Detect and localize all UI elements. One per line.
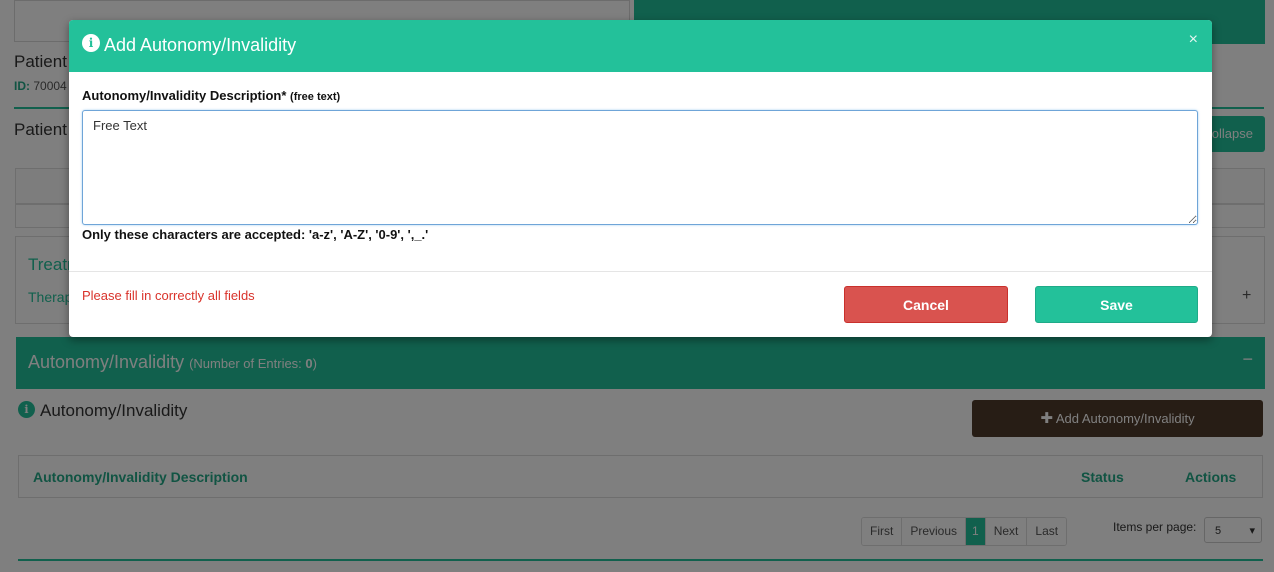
close-icon[interactable]: × — [1189, 31, 1198, 49]
free-text-note: (free text) — [290, 91, 341, 103]
description-label: Autonomy/Invalidity Description* (free t… — [82, 88, 341, 103]
cancel-button[interactable]: Cancel — [844, 286, 1008, 323]
description-textarea[interactable]: Free Text — [82, 110, 1198, 225]
save-button[interactable]: Save — [1035, 286, 1198, 323]
allowed-characters-hint: Only these characters are accepted: 'a-z… — [82, 227, 429, 242]
info-icon: i — [82, 34, 100, 52]
add-autonomy-modal: i Add Autonomy/Invalidity × Autonomy/Inv… — [69, 20, 1212, 337]
modal-footer-divider — [69, 271, 1212, 272]
validation-error: Please fill in correctly all fields — [82, 288, 255, 303]
modal-title: Add Autonomy/Invalidity — [104, 35, 297, 55]
modal-header: i Add Autonomy/Invalidity × — [69, 20, 1212, 72]
